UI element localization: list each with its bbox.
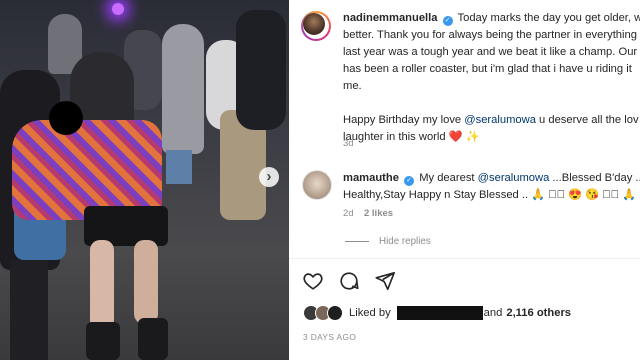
- liker-avatar[interactable]: [327, 305, 343, 321]
- birthday-text: Happy Birthday my love: [343, 114, 465, 126]
- hide-replies-label: Hide replies: [379, 236, 431, 247]
- comment-age: 2d: [343, 208, 354, 219]
- caption-line: has been a roller coaster, but i'm glad …: [343, 63, 632, 75]
- and-label: and: [483, 307, 503, 319]
- main-person-leg: [90, 240, 114, 330]
- birthday-text: u deserve all the lov: [535, 114, 639, 126]
- liked-by-row: Liked by and 2,116 others: [303, 305, 571, 321]
- post-photo[interactable]: ›: [0, 0, 289, 360]
- next-photo-button[interactable]: ›: [259, 167, 279, 187]
- background-person: [162, 24, 204, 154]
- background-person: [236, 10, 286, 130]
- main-person-top: [12, 120, 162, 220]
- action-bar: [302, 270, 396, 292]
- comment-likes[interactable]: 2 likes: [364, 208, 393, 219]
- main-person-leg: [134, 240, 158, 324]
- birthday-text: laughter in this world: [343, 131, 446, 143]
- caption-line: me.: [343, 80, 362, 92]
- comment-text: Healthy,Stay Happy n Stay Blessed .. 🙏 🏻…: [343, 189, 637, 201]
- caption-age: 3d: [343, 138, 354, 149]
- sparkle-emoji: ✨: [465, 131, 480, 143]
- heart-emoji: ❤️: [448, 131, 463, 143]
- send-paper-plane-icon[interactable]: [374, 270, 396, 292]
- others-count[interactable]: 2,116 others: [506, 307, 571, 319]
- comment-text: ...Blessed B'day ..S: [549, 172, 640, 184]
- heart-outline-icon[interactable]: [302, 270, 324, 292]
- comment-text: My dearest: [419, 172, 478, 184]
- purple-light: [112, 3, 124, 15]
- caption-line: better. Thank you for always being the p…: [343, 29, 637, 41]
- comments-panel: nadinemmanuella ✓ Today marks the day yo…: [289, 0, 640, 360]
- comment: mamauthe ✓ My dearest @seralumowa ...Ble…: [343, 170, 640, 204]
- verified-badge-icon: ✓: [404, 176, 415, 186]
- comment-bubble-icon[interactable]: [338, 270, 360, 292]
- liked-by-label: Liked by: [349, 307, 391, 319]
- post-caption: nadinemmanuella ✓ Today marks the day yo…: [343, 10, 640, 146]
- post-timestamp[interactable]: 3 DAYS AGO: [303, 332, 356, 342]
- comment-mention[interactable]: @seralumowa: [478, 172, 550, 184]
- verified-badge-icon: ✓: [442, 16, 453, 26]
- left-person-legs: [10, 260, 48, 360]
- caption-line: last year was a tough year and we beat i…: [343, 46, 638, 58]
- redacted-username: [396, 306, 483, 320]
- background-person: [166, 150, 192, 184]
- caption-line: Today marks the day you get older, w: [457, 12, 640, 24]
- caption-username[interactable]: nadinemmanuella: [343, 12, 438, 24]
- chevron-right-icon: ›: [266, 168, 272, 185]
- commenter-avatar[interactable]: [302, 170, 332, 200]
- main-person-boot: [86, 322, 120, 360]
- caption-mention[interactable]: @seralumowa: [464, 114, 536, 126]
- divider: [289, 258, 640, 259]
- replies-line: [345, 241, 369, 242]
- comment-username[interactable]: mamauthe: [343, 172, 399, 184]
- hide-replies-button[interactable]: Hide replies: [345, 236, 431, 247]
- censor-dot: [49, 101, 83, 135]
- main-person-boot: [138, 318, 168, 360]
- avatar-photo: [303, 13, 325, 35]
- author-avatar[interactable]: [301, 11, 331, 41]
